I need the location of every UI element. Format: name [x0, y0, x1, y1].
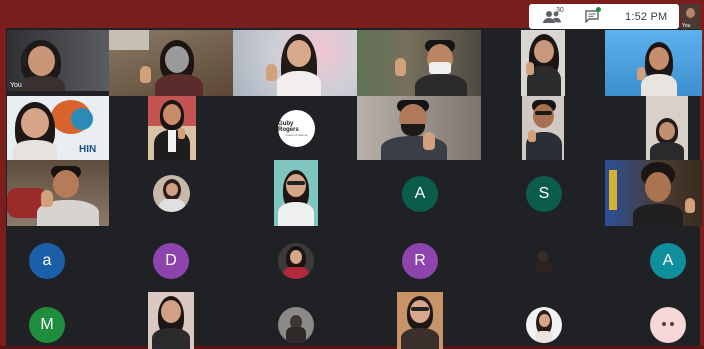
meeting-clock: 1:52 PM	[625, 11, 668, 23]
participant-avatar-M[interactable]: M	[29, 307, 65, 343]
organization-logo: Guby Rogers Guest of Honour	[278, 110, 315, 147]
meeting-topbar: 30 1:52 PM	[529, 4, 679, 29]
participant-photo-4[interactable]	[278, 307, 314, 343]
participant-photo-6[interactable]	[650, 307, 686, 343]
participant-tile-4[interactable]	[357, 30, 481, 96]
participant-tile-14[interactable]	[605, 160, 702, 226]
participant-tile-1[interactable]: You	[7, 30, 109, 91]
participant-tile-9[interactable]	[357, 96, 481, 160]
self-face	[686, 8, 695, 18]
logo-subtext: Guest of Honour	[285, 132, 308, 137]
participant-tile-12[interactable]	[7, 160, 109, 226]
participant-tile-13[interactable]	[274, 160, 318, 226]
participant-photo-5[interactable]	[526, 307, 562, 343]
participant-tile-3[interactable]	[233, 30, 357, 96]
window-frame-left	[0, 0, 6, 349]
participant-tile-7[interactable]: HIN	[7, 96, 109, 160]
participant-avatar-A[interactable]: A	[402, 176, 438, 212]
self-view-thumbnail[interactable]: You	[681, 4, 700, 29]
chat-icon[interactable]	[585, 10, 599, 23]
participant-tile-11[interactable]	[646, 96, 688, 160]
participants-count: 30	[556, 7, 564, 14]
chat-notification-dot	[596, 7, 601, 12]
participant-tile-10[interactable]	[522, 96, 564, 160]
participant-name-you: You	[10, 82, 22, 89]
participant-avatar-R[interactable]: R	[402, 243, 438, 279]
participant-tile-6[interactable]	[605, 30, 702, 96]
participant-photo-1[interactable]	[153, 175, 190, 212]
logo-text: Guby Rogers	[278, 120, 299, 133]
participant-avatar-S[interactable]: S	[526, 176, 562, 212]
participant-tile-2[interactable]	[109, 30, 233, 96]
participant-tile-8[interactable]	[148, 96, 196, 160]
participant-photo-3[interactable]	[526, 243, 562, 279]
self-view-label: You	[682, 23, 691, 29]
participant-avatar-D[interactable]: D	[153, 243, 189, 279]
participant-photo-2[interactable]	[278, 243, 314, 279]
participant-tile-15[interactable]	[148, 292, 194, 349]
banner-text: HIN	[79, 144, 97, 155]
participant-tile-5[interactable]	[481, 30, 605, 96]
participant-avatar-A2[interactable]: A	[650, 243, 686, 279]
participant-avatar-a[interactable]: a	[29, 243, 65, 279]
participant-tile-16[interactable]	[397, 292, 443, 349]
